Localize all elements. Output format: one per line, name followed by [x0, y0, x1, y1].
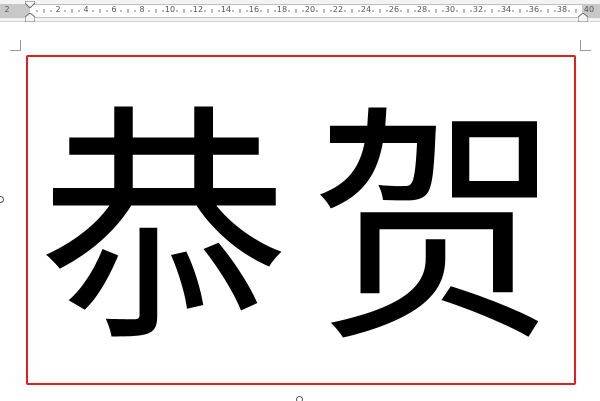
ruler-number: 10: [164, 5, 176, 14]
large-character: 恭: [39, 85, 289, 376]
hanging-indent-marker[interactable]: [25, 13, 35, 22]
ruler-number: 12: [192, 5, 204, 14]
ruler-number: 16: [248, 5, 260, 14]
ruler-number: 26: [388, 5, 400, 14]
ruler-number: 2: [55, 5, 61, 14]
indent-up-arrow-icon: [578, 13, 588, 22]
indent-down-arrow-icon: [25, 1, 35, 8]
word-document-window: 2 2 4 6 8 10 12 14 16 18 20 22 24 26 28 …: [0, 0, 600, 401]
ruler-number: 32: [472, 5, 484, 14]
ruler-number: 34: [500, 5, 512, 14]
ruler-number: 28: [416, 5, 428, 14]
ruler-number: 36: [528, 5, 540, 14]
margin-corner-mark: [580, 40, 591, 51]
document-page[interactable]: 恭 贺: [0, 22, 600, 401]
ruler-number: 6: [111, 5, 117, 14]
ruler-number: 14: [220, 5, 232, 14]
first-line-indent-marker[interactable]: [25, 1, 35, 8]
right-indent-marker[interactable]: [578, 13, 588, 22]
ruler-number: 4: [83, 5, 89, 14]
ruler-number: 20: [304, 5, 316, 14]
ruler-number: 24: [360, 5, 372, 14]
resize-handle[interactable]: [0, 196, 4, 203]
horizontal-ruler[interactable]: 2 2 4 6 8 10 12 14 16 18 20 22 24 26 28 …: [0, 0, 600, 22]
ruler-number: 30: [444, 5, 456, 14]
ruler-number: 38: [556, 5, 568, 14]
resize-handle[interactable]: [296, 396, 303, 401]
ruler-number: 2: [4, 5, 10, 14]
ruler-number: 8: [139, 5, 145, 14]
indent-up-arrow-icon: [25, 13, 35, 22]
ruler-number: 22: [332, 5, 344, 14]
bordered-text-box[interactable]: 恭 贺: [26, 55, 576, 385]
margin-corner-mark: [10, 40, 21, 51]
ruler-number: 18: [276, 5, 288, 14]
large-character: 贺: [311, 85, 561, 376]
